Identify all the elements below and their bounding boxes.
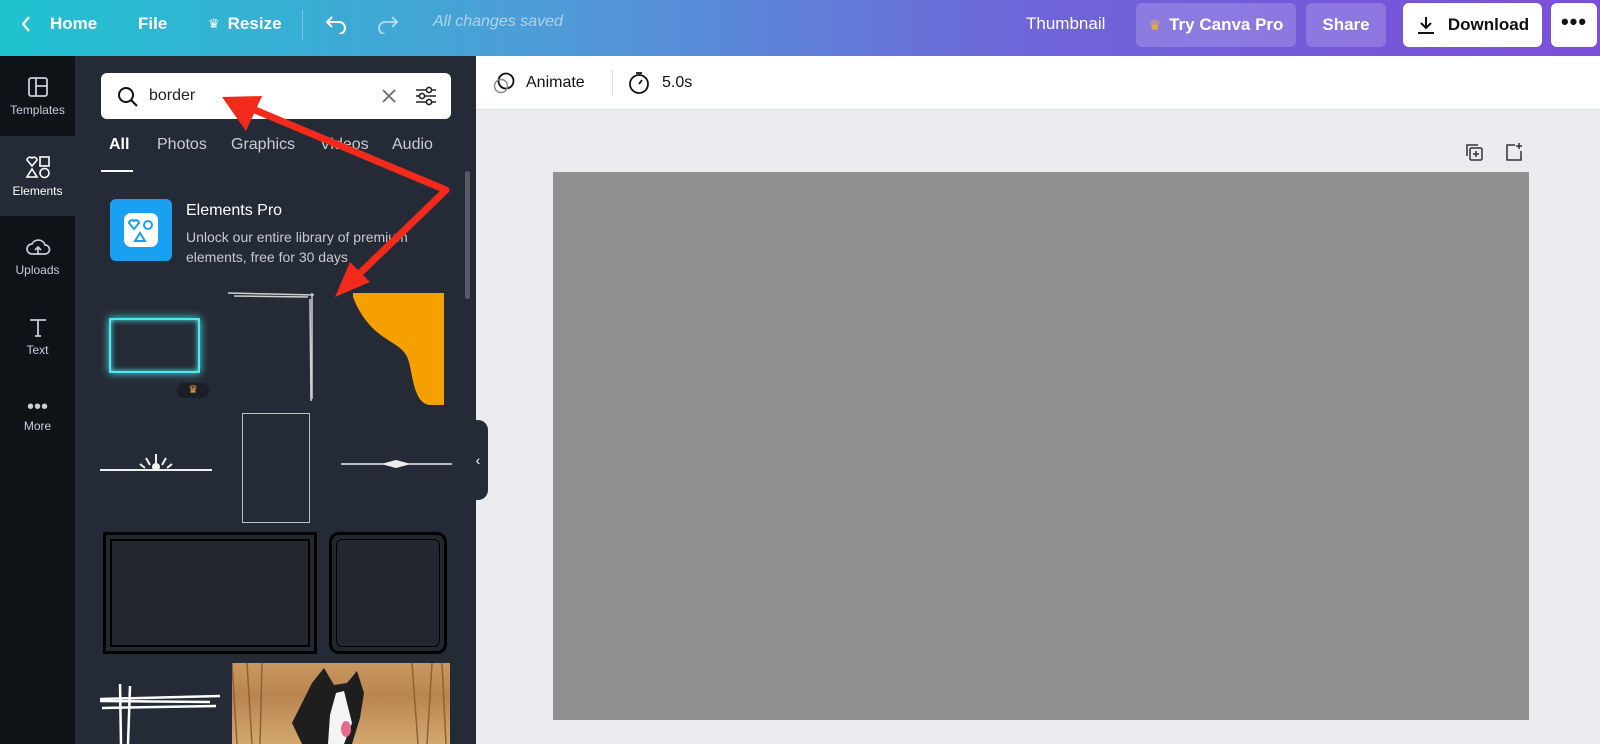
more-dots-icon: ••• xyxy=(26,396,48,418)
promo-description: Unlock our entire library of premium ele… xyxy=(186,229,408,265)
home-label: Home xyxy=(50,14,98,33)
toolbar-divider xyxy=(302,10,303,40)
tab-photos[interactable]: Photos xyxy=(157,136,207,172)
undo-icon xyxy=(325,16,346,34)
download-icon xyxy=(1417,17,1434,34)
search-input[interactable] xyxy=(149,83,359,109)
elements-panel: All Photos Graphics Videos Audio Element… xyxy=(75,56,476,744)
sketch-corner-graphic xyxy=(227,292,315,402)
flourish-divider-element[interactable] xyxy=(100,452,212,476)
add-page-icon xyxy=(1506,143,1522,161)
promo-title: Elements Pro xyxy=(186,202,283,219)
toolbar-divider xyxy=(612,70,613,96)
tab-videos[interactable]: Videos xyxy=(320,136,369,172)
chevron-left-icon: ‹ xyxy=(475,452,481,468)
inner-frame-line xyxy=(110,539,310,647)
save-status: All changes saved xyxy=(433,13,563,30)
rail-label-uploads: Uploads xyxy=(15,262,60,277)
more-options-button[interactable]: ••• xyxy=(1551,3,1597,47)
rail-label-more: More xyxy=(23,419,52,433)
duplicate-page-button[interactable] xyxy=(1464,142,1484,167)
rail-item-uploads[interactable]: Uploads xyxy=(0,216,75,296)
animate-button[interactable]: Animate xyxy=(492,71,585,95)
templates-icon xyxy=(27,76,48,97)
orange-corner-element[interactable] xyxy=(353,293,444,405)
neon-frame-element[interactable] xyxy=(107,316,202,376)
rail-item-elements[interactable]: Elements xyxy=(0,136,75,216)
duplicate-icon xyxy=(1466,144,1483,161)
pro-crown-badge: ♛ xyxy=(177,383,209,398)
crown-icon: ♛ xyxy=(208,16,220,31)
rounded-frame-border-element[interactable] xyxy=(329,532,447,654)
stopwatch-icon xyxy=(629,72,649,94)
search-box[interactable] xyxy=(101,73,451,119)
black-frame-border-element[interactable] xyxy=(103,532,317,654)
more-dots-icon: ••• xyxy=(1560,9,1588,34)
orange-corner-graphic xyxy=(353,293,444,405)
duration-label: 5.0s xyxy=(662,74,693,91)
chalk-lines-graphic xyxy=(99,683,221,744)
rail-item-more[interactable]: ••• More xyxy=(0,376,75,456)
canvas-toolbar: Animate 5.0s xyxy=(476,56,1600,110)
tab-graphics[interactable]: Graphics xyxy=(231,136,295,172)
panel-scrollbar[interactable] xyxy=(465,171,470,299)
chalk-lines-element[interactable] xyxy=(99,683,222,744)
rail-item-templates[interactable]: Templates xyxy=(0,56,75,136)
duration-button[interactable]: 5.0s xyxy=(628,71,692,95)
share-button[interactable]: Share xyxy=(1306,3,1386,47)
line-divider-element[interactable] xyxy=(341,456,452,468)
design-page[interactable] xyxy=(553,172,1529,720)
dog-photo-element[interactable] xyxy=(232,663,450,744)
animate-icon xyxy=(493,72,515,94)
sketch-corner-element[interactable] xyxy=(227,291,320,402)
rail-label-elements: Elements xyxy=(12,183,63,198)
rail-item-text[interactable]: Text xyxy=(0,296,75,376)
animate-label: Animate xyxy=(526,74,585,91)
tab-all[interactable]: All xyxy=(101,136,133,172)
elements-pro-icon xyxy=(110,199,172,261)
top-bar: Home File ♛ Resize All changes saved Thu… xyxy=(0,0,1600,56)
download-label: Download xyxy=(1447,15,1530,34)
thin-rectangle-border-element[interactable] xyxy=(242,413,310,523)
undo-button[interactable] xyxy=(324,0,348,48)
neon-rectangle xyxy=(109,318,200,373)
resize-button[interactable]: ♛ Resize xyxy=(208,0,282,48)
elements-pro-promo[interactable]: Elements Pro Unlock our entire library o… xyxy=(110,199,450,269)
clear-search-icon[interactable] xyxy=(381,88,397,104)
home-button[interactable]: Home xyxy=(20,0,97,48)
crown-icon: ♛ xyxy=(1148,16,1162,33)
redo-icon xyxy=(378,16,399,34)
add-page-button[interactable] xyxy=(1504,142,1524,167)
redo-button[interactable] xyxy=(376,0,400,48)
flourish-divider-graphic xyxy=(100,454,212,471)
collapse-panel-handle[interactable]: ‹ xyxy=(468,420,488,500)
text-icon xyxy=(29,318,46,337)
search-icon xyxy=(118,87,138,107)
side-navigation: Templates Elements Uploads Text ••• More xyxy=(0,56,75,744)
chevron-left-icon xyxy=(21,16,30,32)
file-menu[interactable]: File xyxy=(138,0,167,48)
cloud-upload-icon xyxy=(25,238,50,255)
line-divider-graphic xyxy=(341,460,452,468)
rail-label-templates: Templates xyxy=(10,102,65,117)
try-canva-pro-button[interactable]: ♛ Try Canva Pro xyxy=(1136,3,1296,47)
try-pro-label: Try Canva Pro xyxy=(1169,15,1284,34)
shapes-icon xyxy=(25,155,50,178)
download-button[interactable]: Download xyxy=(1403,3,1542,47)
inner-frame-line xyxy=(336,539,440,647)
design-title[interactable]: Thumbnail xyxy=(1026,0,1105,48)
tab-audio[interactable]: Audio xyxy=(392,136,433,172)
rail-label-text: Text xyxy=(26,342,49,357)
crown-icon: ♛ xyxy=(188,384,198,396)
dog-photo xyxy=(232,663,447,744)
resize-label: Resize xyxy=(227,14,282,33)
filter-icon[interactable] xyxy=(415,85,437,107)
